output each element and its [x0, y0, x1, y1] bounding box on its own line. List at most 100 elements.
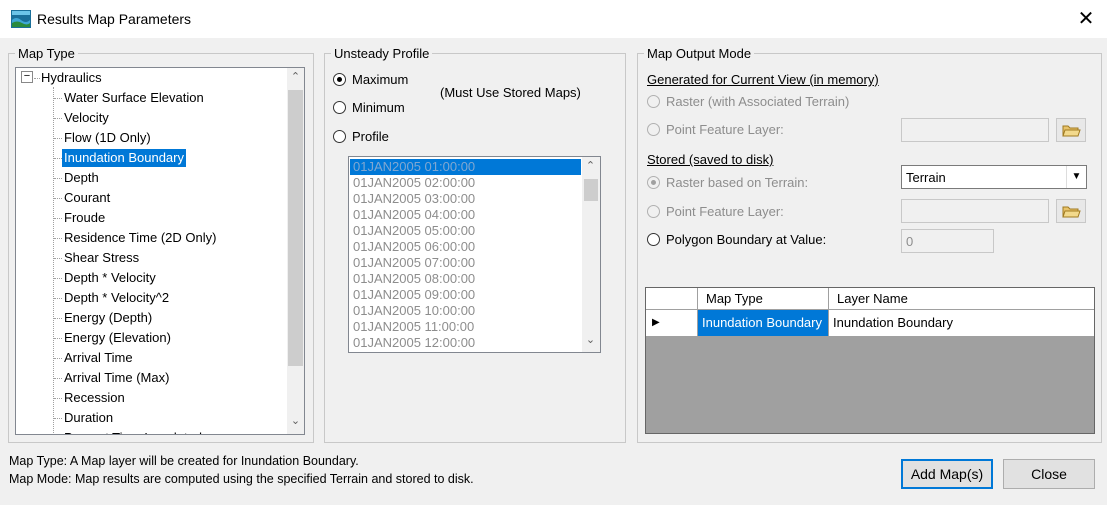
- close-icon[interactable]: ✕: [1066, 4, 1106, 34]
- folder-open-icon[interactable]: [1056, 118, 1086, 142]
- profile-listbox[interactable]: 01JAN2005 01:00:00 01JAN2005 02:00:00 01JA…: [348, 156, 601, 353]
- minimum-radio[interactable]: [333, 101, 346, 114]
- tree-item[interactable]: Percent Time Inundated: [64, 429, 202, 434]
- tree-connector: [54, 418, 62, 419]
- profile-list-item[interactable]: 01JAN2005 02:00:00: [353, 175, 475, 191]
- profile-label[interactable]: Profile: [352, 129, 389, 144]
- stored-heading: Stored (saved to disk): [647, 152, 774, 167]
- unsteady-profile-legend: Unsteady Profile: [334, 46, 430, 61]
- point-feature-input-2[interactable]: [901, 199, 1049, 223]
- tree-item[interactable]: Velocity: [64, 109, 109, 127]
- tree-root-hydraulics[interactable]: Hydraulics: [41, 69, 102, 87]
- tree-item[interactable]: Energy (Elevation): [64, 329, 171, 347]
- profile-list-item[interactable]: 01JAN2005 04:00:00: [353, 207, 475, 223]
- raster-terrain-radio[interactable]: [647, 176, 660, 189]
- tree-item[interactable]: Duration: [64, 409, 113, 427]
- tree-connector: [54, 178, 62, 179]
- profile-list-item[interactable]: 01JAN2005 12:00:00: [353, 335, 475, 351]
- profile-list-item[interactable]: 01JAN2005 07:00:00: [353, 255, 475, 271]
- polygon-value-text: 0: [906, 234, 914, 249]
- tree-item[interactable]: Depth * Velocity^2: [64, 289, 169, 307]
- tree-connector: [54, 238, 62, 239]
- profile-scroll-thumb[interactable]: [584, 179, 598, 201]
- add-maps-button[interactable]: Add Map(s): [901, 459, 993, 489]
- tree-connector: [54, 338, 62, 339]
- tree-item[interactable]: Residence Time (2D Only): [64, 229, 216, 247]
- map-output-mode-legend: Map Output Mode: [647, 46, 752, 61]
- profile-list-item[interactable]: 01JAN2005 09:00:00: [353, 287, 475, 303]
- maximum-radio[interactable]: [333, 73, 346, 86]
- grid-cell-layer-name[interactable]: Inundation Boundary: [829, 310, 1094, 336]
- tree-item[interactable]: Courant: [64, 189, 110, 207]
- close-button[interactable]: Close: [1003, 459, 1095, 489]
- tree-connector: [54, 258, 62, 259]
- stored-maps-note: (Must Use Stored Maps): [440, 85, 581, 100]
- profile-list-item[interactable]: 01JAN2005 01:00:00: [350, 159, 581, 175]
- tree-item[interactable]: Arrival Time (Max): [64, 369, 169, 387]
- polygon-value-input[interactable]: 0: [901, 229, 994, 253]
- tree-connector: [54, 138, 62, 139]
- tree-item[interactable]: Water Surface Elevation: [64, 89, 204, 107]
- profile-list-item[interactable]: 01JAN2005 05:00:00: [353, 223, 475, 239]
- tree-item[interactable]: Flow (1D Only): [64, 129, 151, 147]
- map-type-legend: Map Type: [18, 46, 75, 61]
- point-feature-radio-1[interactable]: [647, 123, 660, 136]
- app-icon: [11, 10, 31, 28]
- folder-open-icon[interactable]: [1056, 199, 1086, 223]
- tree-item[interactable]: Recession: [64, 389, 125, 407]
- profile-list-item[interactable]: 01JAN2005 06:00:00: [353, 239, 475, 255]
- point-feature-label-1: Point Feature Layer:: [666, 122, 784, 137]
- tree-connector: [54, 378, 62, 379]
- tree-item[interactable]: Froude: [64, 209, 105, 227]
- profile-list-item[interactable]: 01JAN2005 11:00:00: [353, 319, 474, 335]
- tree-connector: [54, 298, 62, 299]
- polygon-boundary-label[interactable]: Polygon Boundary at Value:: [666, 232, 826, 247]
- terrain-select-value: Terrain: [906, 170, 946, 185]
- tree-connector: [54, 158, 62, 159]
- tree-scrollbar[interactable]: ⌃ ⌄: [287, 68, 304, 434]
- raster-terrain-label: Raster based on Terrain:: [666, 175, 809, 190]
- tree-collapse-icon[interactable]: −: [21, 71, 33, 83]
- scroll-down-icon[interactable]: ⌄: [287, 414, 304, 427]
- grid-header-map-type[interactable]: Map Type: [698, 288, 829, 310]
- tree-item[interactable]: Inundation Boundary: [62, 149, 186, 167]
- tree-item[interactable]: Energy (Depth): [64, 309, 152, 327]
- row-pointer-icon[interactable]: ▶: [646, 310, 698, 336]
- profile-scrollbar[interactable]: ⌃ ⌄: [582, 157, 600, 352]
- generated-heading: Generated for Current View (in memory): [647, 72, 879, 87]
- raster-associated-radio[interactable]: [647, 95, 660, 108]
- layer-grid[interactable]: Map Type Layer Name ▶ Inundation Boundar…: [645, 287, 1095, 434]
- polygon-boundary-radio[interactable]: [647, 233, 660, 246]
- tree-scroll-thumb[interactable]: [288, 90, 303, 366]
- tree-connector: [54, 218, 62, 219]
- tree-item[interactable]: Depth: [64, 169, 99, 187]
- tree-connector: [54, 398, 62, 399]
- tree-item[interactable]: Depth * Velocity: [64, 269, 156, 287]
- tree-connector: [54, 318, 62, 319]
- terrain-select[interactable]: Terrain ▼: [901, 165, 1087, 189]
- tree-item[interactable]: Arrival Time: [64, 349, 133, 367]
- grid-cell-map-type[interactable]: Inundation Boundary: [698, 310, 829, 336]
- scroll-up-icon[interactable]: ⌃: [287, 70, 304, 83]
- status-map-type: Map Type: A Map layer will be created fo…: [9, 454, 359, 468]
- tree-connector: [54, 198, 62, 199]
- dropdown-arrow-icon[interactable]: ▼: [1066, 166, 1086, 188]
- scroll-up-icon[interactable]: ⌃: [582, 159, 599, 172]
- maximum-label[interactable]: Maximum: [352, 72, 408, 87]
- profile-list-item[interactable]: 01JAN2005 03:00:00: [353, 191, 475, 207]
- tree-connector: [54, 278, 62, 279]
- tree-connector: [54, 358, 62, 359]
- scroll-down-icon[interactable]: ⌄: [582, 333, 599, 346]
- profile-list-item[interactable]: 01JAN2005 10:00:00: [353, 303, 475, 319]
- point-feature-input-1[interactable]: [901, 118, 1049, 142]
- point-feature-radio-2[interactable]: [647, 205, 660, 218]
- profile-radio[interactable]: [333, 130, 346, 143]
- map-type-tree[interactable]: − Hydraulics Water Surface Elevation Velo…: [15, 67, 305, 435]
- window-title: Results Map Parameters: [37, 11, 192, 27]
- minimum-label[interactable]: Minimum: [352, 100, 405, 115]
- title-bar: Results Map Parameters ✕: [0, 0, 1107, 38]
- profile-list-item[interactable]: 01JAN2005 08:00:00: [353, 271, 475, 287]
- raster-associated-label: Raster (with Associated Terrain): [666, 94, 850, 109]
- tree-item[interactable]: Shear Stress: [64, 249, 139, 267]
- grid-header-layer-name[interactable]: Layer Name: [829, 288, 1094, 310]
